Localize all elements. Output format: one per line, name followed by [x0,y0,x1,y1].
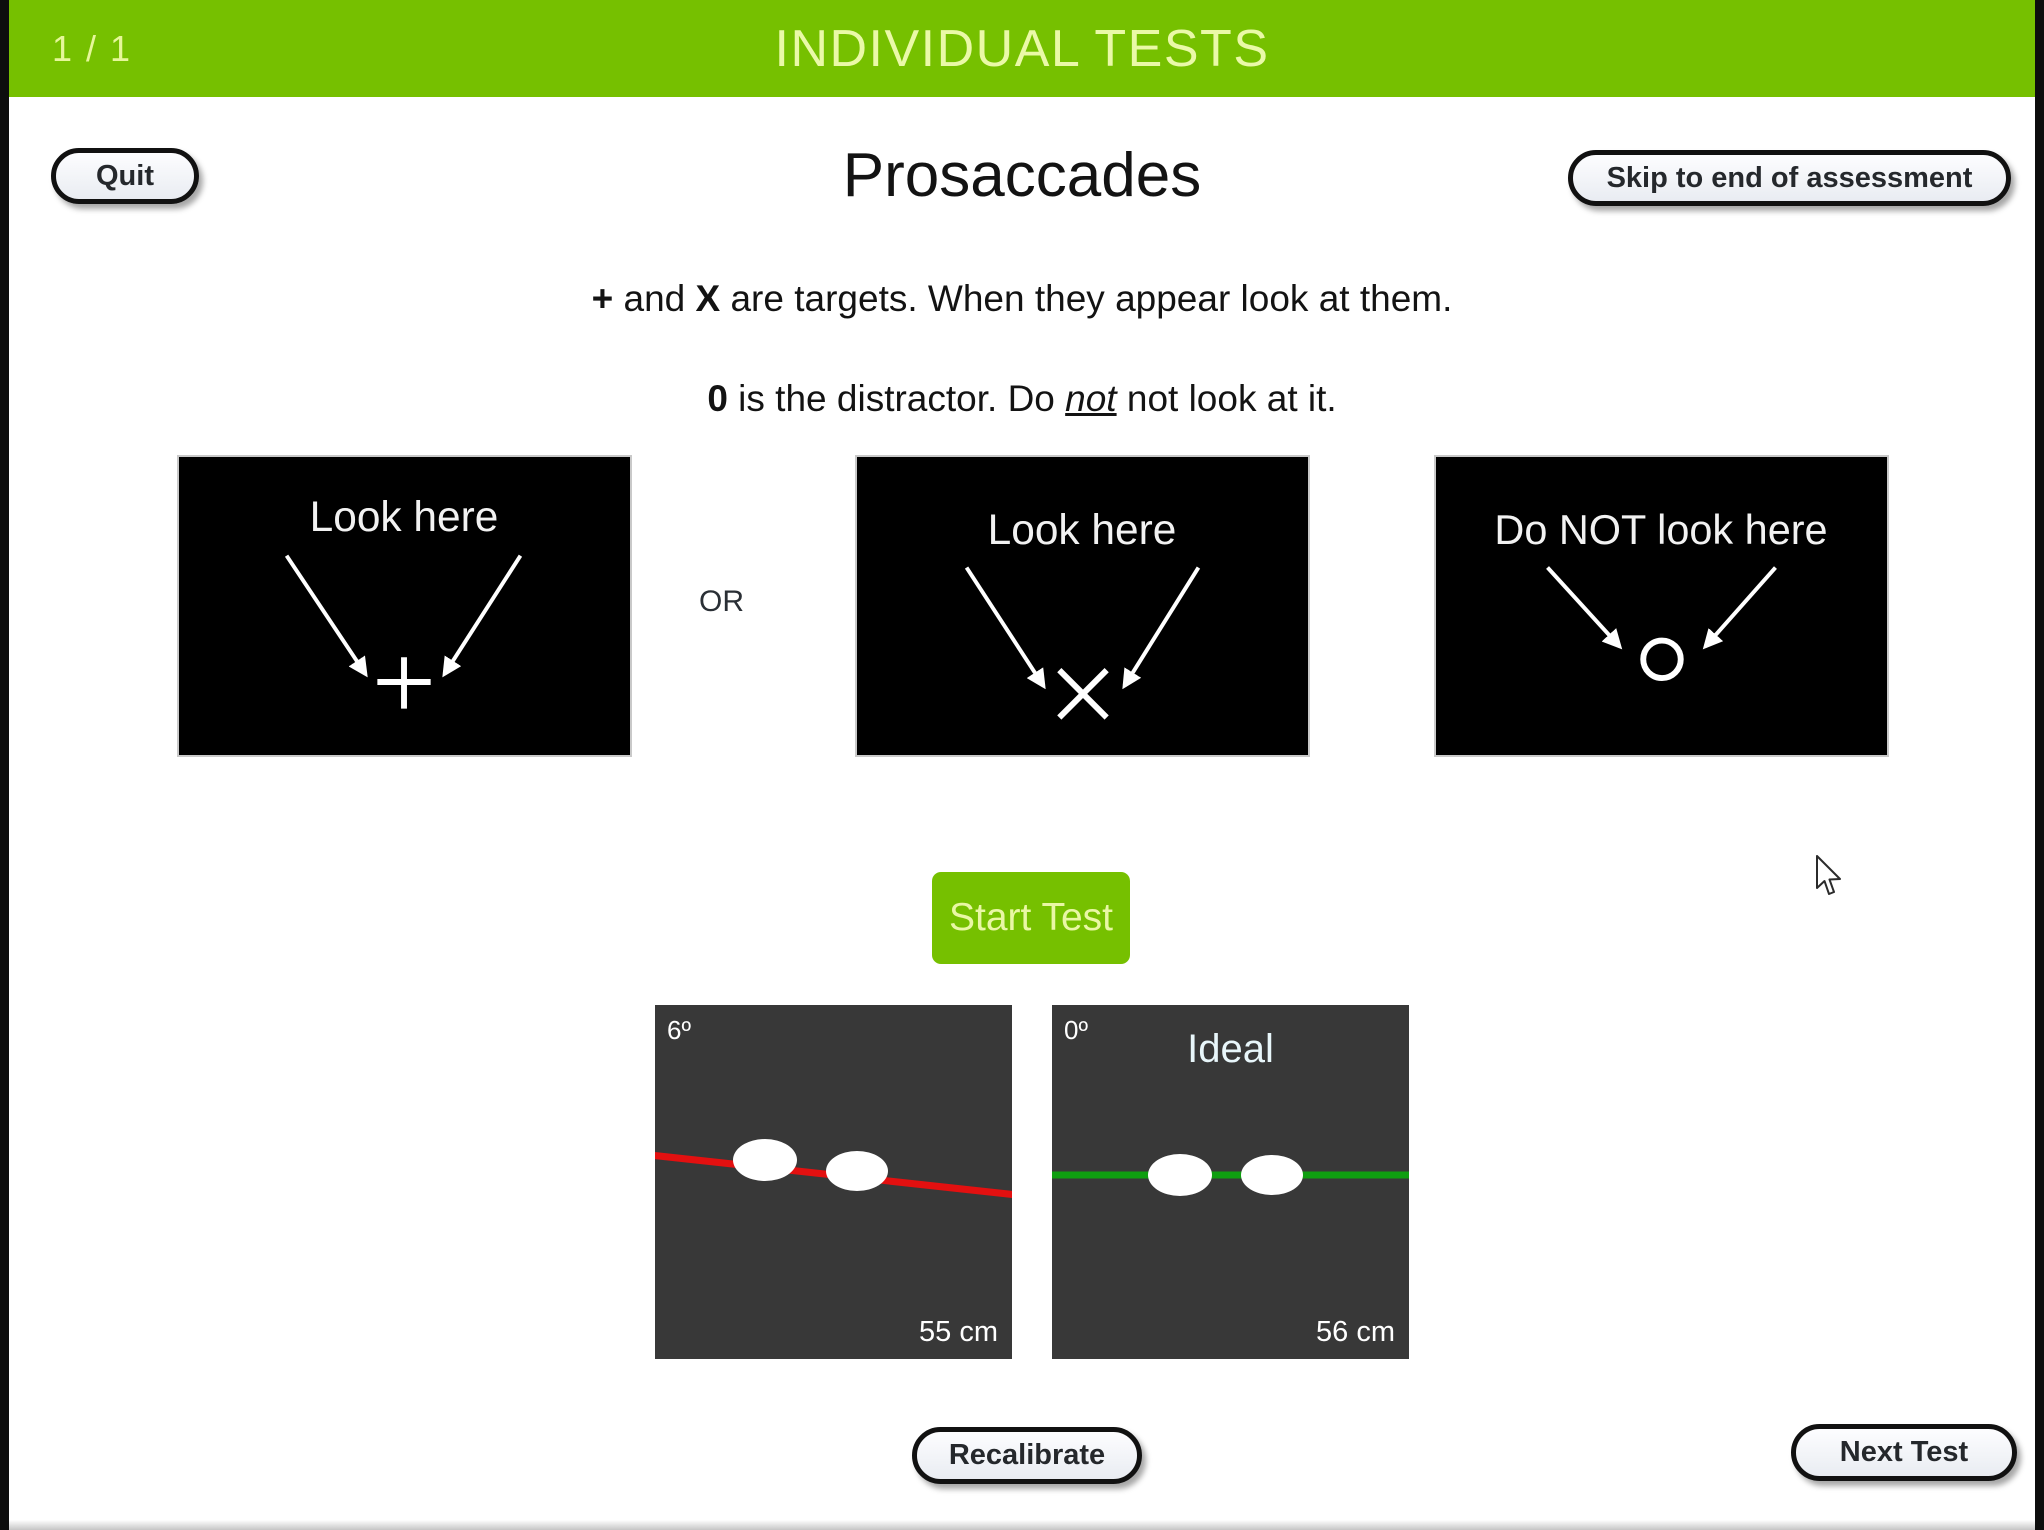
demo-caption-plus: Look here [310,493,499,540]
instruction-1-tail: are targets. When they appear look at th… [720,278,1453,319]
header-bar: 1 / 1 INDIVIDUAL TESTS [9,0,2035,97]
demo-plus-graphic: Look here [284,493,523,709]
instruction-2-emphasis: not [1065,378,1117,419]
plus-symbol: + [591,278,614,319]
demo-panel-x-target: Look here [855,455,1310,757]
demo-panel-circle-distractor: Do NOT look here [1434,455,1889,757]
demo-panel-plus-target: Look here [177,455,632,757]
demo-caption-x: Look here [988,506,1177,553]
header-title: INDIVIDUAL TESTS [774,19,1270,78]
demo-caption-circle: Do NOT look here [1494,506,1827,553]
next-test-button-label: Next Test [1839,1436,1969,1468]
x-symbol: X [695,278,721,319]
zero-symbol: 0 [707,378,728,419]
page-counter: 1 / 1 [52,27,133,69]
instruction-line-targets: + and X are targets. When they appear lo… [9,278,2035,320]
start-test-button-label: Start Test [948,896,1114,939]
demo-circle-graphic: Do NOT look here [1494,506,1828,681]
calibration-current-graphic [655,1139,1012,1198]
start-test-button[interactable]: Start Test [932,872,1130,964]
demo-x-graphic: Look here [964,506,1201,720]
calibration-panel-current: 6º 55 cm [655,1005,1012,1359]
instruction-1-mid: and [613,278,696,319]
calibration-current-distance: 55 cm [919,1316,998,1348]
application-window: 1 / 1 INDIVIDUAL TESTS Quit Skip to end … [0,0,2044,1530]
calibration-ideal-label: Ideal [1187,1027,1274,1071]
calibration-current-angle: 6º [667,1015,691,1045]
demo-panel-row: Look here Look here Do NOT look here [9,455,2035,760]
recalibrate-button-label: Recalibrate [948,1439,1106,1471]
page-title: Prosaccades [842,141,1202,210]
instruction-line-distractor: 0 is the distractor. Do not not look at … [9,378,2035,420]
mouse-cursor-icon [1816,855,1841,895]
next-test-button[interactable]: Next Test [1791,1424,2017,1481]
calibration-ideal-distance: 56 cm [1316,1316,1395,1348]
instruction-2-mid: is the distractor. Do [727,378,1066,419]
instruction-2-tail: not look at it. [1116,378,1337,419]
recalibrate-button[interactable]: Recalibrate [912,1427,1142,1484]
or-separator-label: OR [699,585,744,618]
calibration-panel-ideal: 0º Ideal 56 cm [1052,1005,1409,1359]
bottom-shadow [9,1520,2035,1530]
